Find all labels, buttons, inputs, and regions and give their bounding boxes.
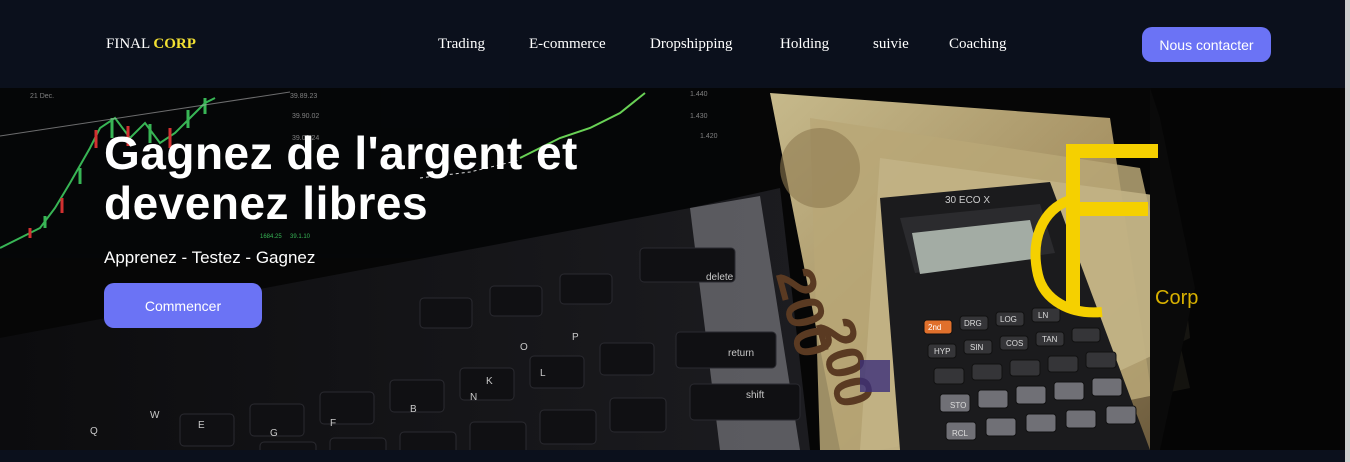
nav-link-ecommerce[interactable]: E-commerce (529, 36, 606, 53)
nav-link-trading[interactable]: Trading (438, 36, 485, 53)
svg-text:B: B (410, 404, 417, 415)
section-divider (0, 450, 1345, 462)
brand-prefix: FINAL (106, 36, 154, 52)
svg-text:Q: Q (90, 426, 98, 437)
svg-text:F: F (330, 418, 336, 429)
nav-link-holding[interactable]: Holding (780, 36, 829, 53)
svg-text:1.430: 1.430 (690, 113, 708, 120)
top-navbar: FINAL CORP Trading E-commerce Dropshippi… (0, 0, 1345, 88)
brand-highlight: CORP (153, 36, 196, 52)
hero-title-line1: Gagnez de l'argent et (104, 127, 578, 179)
svg-text:RCL: RCL (952, 429, 969, 438)
svg-text:HYP: HYP (934, 347, 950, 356)
svg-text:SIN: SIN (970, 343, 984, 352)
svg-text:39.90.02: 39.90.02 (292, 113, 319, 120)
nav-link-suivie[interactable]: suivie (873, 36, 909, 53)
svg-text:39.1.10: 39.1.10 (290, 234, 311, 240)
svg-text:2nd: 2nd (928, 323, 941, 332)
page: FINAL CORP Trading E-commerce Dropshippi… (0, 0, 1345, 462)
nav-link-dropshipping[interactable]: Dropshipping (650, 36, 733, 53)
svg-text:STO: STO (950, 401, 966, 410)
svg-text:W: W (150, 410, 160, 421)
svg-text:COS: COS (1006, 339, 1023, 348)
hero-title-line2: devenez libres (104, 177, 429, 229)
svg-text:G: G (270, 428, 278, 439)
svg-text:21 Dec.: 21 Dec. (30, 93, 54, 100)
brand-logo[interactable]: FINAL CORP (106, 36, 196, 53)
svg-text:N: N (470, 392, 477, 403)
svg-text:K: K (486, 376, 493, 387)
svg-text:P: P (572, 332, 579, 343)
svg-text:LOG: LOG (1000, 315, 1017, 324)
svg-text:E: E (198, 420, 205, 431)
svg-text:TAN: TAN (1042, 335, 1058, 344)
nav-link-coaching[interactable]: Coaching (949, 36, 1007, 53)
start-button[interactable]: Commencer (104, 283, 262, 328)
svg-text:DRG: DRG (964, 319, 982, 328)
contact-button[interactable]: Nous contacter (1142, 27, 1271, 62)
svg-text:O: O (520, 342, 528, 353)
hero-title: Gagnez de l'argent et devenez libres (104, 128, 724, 228)
svg-text:return: return (728, 348, 754, 359)
svg-text:L: L (540, 368, 546, 379)
svg-text:1.440: 1.440 (690, 91, 708, 98)
hero-subtitle: Apprenez - Testez - Gagnez (104, 248, 316, 267)
scrollbar-thumb[interactable] (1345, 0, 1350, 462)
svg-text:delete: delete (706, 272, 734, 283)
svg-text:1684.25: 1684.25 (260, 234, 282, 240)
svg-text:39.89.23: 39.89.23 (290, 93, 317, 100)
vertical-scrollbar[interactable] (1345, 0, 1350, 462)
fc-logo-text: Corp (1155, 287, 1199, 309)
svg-text:30 ECO X: 30 ECO X (945, 195, 990, 206)
svg-text:shift: shift (746, 390, 765, 401)
